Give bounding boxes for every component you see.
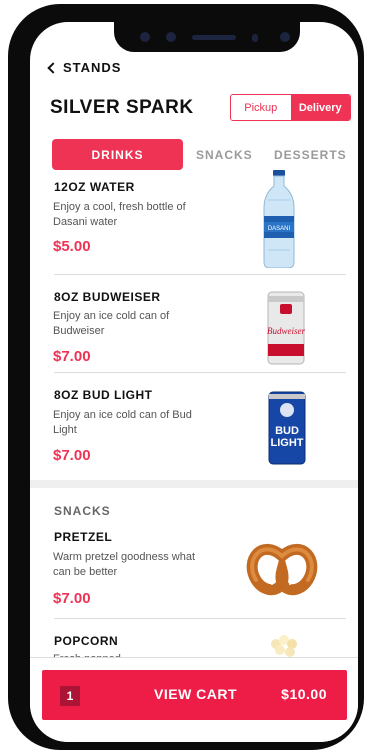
- item-price: $5.00: [53, 238, 91, 255]
- cart-count-badge: 1: [60, 686, 80, 706]
- phone-side-button: [11, 104, 18, 136]
- section-separator: [30, 480, 358, 488]
- bud-light-can-image: BUD LIGHT: [268, 391, 306, 465]
- divider: [54, 372, 346, 373]
- svg-text:LIGHT: LIGHT: [271, 437, 304, 449]
- phone-frame: STANDS SILVER SPARK Pickup Delivery DRIN…: [8, 4, 364, 750]
- item-price: $7.00: [53, 447, 91, 464]
- fulfillment-toggle: Pickup Delivery: [230, 94, 351, 121]
- item-name: 12OZ WATER: [54, 180, 135, 194]
- item-description: Enjoy an ice cold can of Budweiser: [53, 310, 170, 337]
- phone-notch: [114, 22, 300, 52]
- phone-side-button: [11, 229, 18, 291]
- water-bottle-image: DASANI: [263, 170, 295, 268]
- divider: [54, 618, 346, 619]
- item-name: PRETZEL: [54, 530, 113, 544]
- svg-text:BUD: BUD: [275, 425, 299, 437]
- delivery-option[interactable]: Delivery: [290, 95, 350, 120]
- view-cart-button[interactable]: 1 VIEW CART $10.00: [42, 670, 347, 720]
- item-name: 8OZ BUDWEISER: [54, 290, 161, 304]
- svg-text:Budweiser: Budweiser: [267, 326, 305, 336]
- item-name: POPCORN: [54, 634, 119, 648]
- cart-label: VIEW CART: [154, 686, 238, 702]
- popcorn-image: [271, 635, 297, 657]
- item-price: $7.00: [53, 348, 91, 365]
- item-price: $7.00: [53, 590, 91, 607]
- tab-desserts[interactable]: DESSERTS: [274, 148, 347, 162]
- back-button[interactable]: STANDS: [46, 60, 121, 75]
- divider: [54, 274, 346, 275]
- pickup-option[interactable]: Pickup: [231, 95, 291, 120]
- tab-drinks[interactable]: DRINKS: [52, 139, 183, 170]
- item-description: Enjoy an ice cold can of Bud Light: [53, 409, 192, 436]
- item-description: Warm pretzel goodness what can be better: [53, 551, 196, 578]
- phone-side-button: [11, 159, 18, 221]
- item-name: 8OZ BUD LIGHT: [54, 388, 153, 402]
- chevron-left-icon: [47, 61, 59, 74]
- back-label: STANDS: [63, 60, 122, 75]
- tab-snacks[interactable]: SNACKS: [196, 148, 253, 162]
- stand-title: SILVER SPARK: [50, 97, 194, 118]
- app-screen: STANDS SILVER SPARK Pickup Delivery DRIN…: [30, 22, 358, 742]
- cart-total: $10.00: [281, 686, 327, 702]
- budweiser-can-image: Budweiser: [267, 291, 305, 365]
- item-description: Enjoy a cool, fresh bottle of Dasani wat…: [53, 201, 186, 228]
- section-title-snacks: SNACKS: [54, 504, 111, 518]
- svg-text:DASANI: DASANI: [268, 226, 291, 232]
- pretzel-image: [246, 543, 318, 596]
